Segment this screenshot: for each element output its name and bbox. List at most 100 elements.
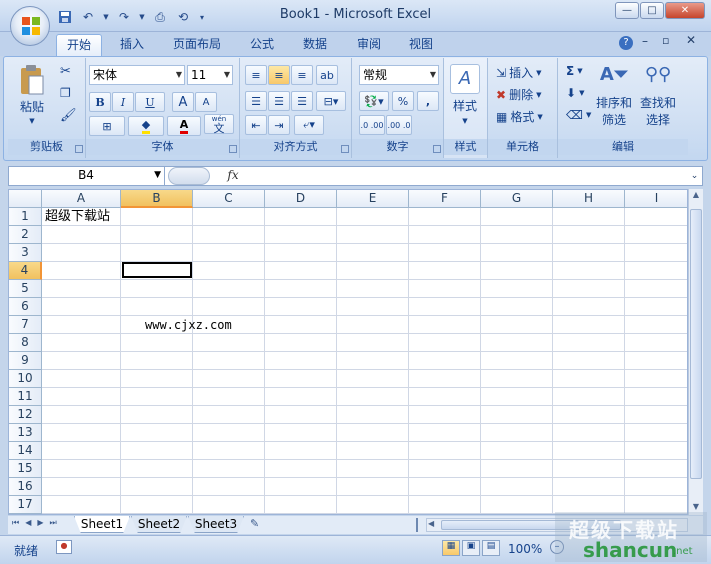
customize-qat-icon[interactable]: ▾ bbox=[197, 9, 207, 25]
macro-record-icon[interactable]: ● bbox=[56, 540, 72, 554]
row-header-11[interactable]: 11 bbox=[9, 388, 42, 406]
page-layout-view-icon[interactable]: ▣ bbox=[462, 540, 480, 556]
wrap-text-icon[interactable]: ⤶▾ bbox=[294, 115, 324, 135]
row-header-6[interactable]: 6 bbox=[9, 298, 42, 316]
font-name-select[interactable]: 宋体 ▼ bbox=[89, 65, 185, 85]
alignment-dialog-launcher-icon[interactable] bbox=[341, 145, 349, 153]
next-sheet-icon[interactable]: ▶ bbox=[37, 518, 43, 528]
border-button[interactable]: ⊞ bbox=[89, 116, 125, 136]
ribbon-restore-icon[interactable]: ▫ bbox=[662, 34, 669, 47]
comma-button[interactable]: , bbox=[417, 91, 439, 111]
insert-function-icon[interactable]: fx bbox=[222, 166, 244, 186]
percent-button[interactable]: % bbox=[392, 91, 414, 111]
prev-sheet-icon[interactable]: ◀ bbox=[25, 518, 31, 528]
insert-sheet-icon[interactable]: ✎ bbox=[250, 517, 259, 530]
tab-insert[interactable]: 插入 bbox=[112, 34, 152, 56]
help-icon[interactable]: ? bbox=[619, 36, 633, 50]
currency-icon[interactable]: 💱▾ bbox=[359, 91, 389, 111]
row-header-1[interactable]: 1 bbox=[9, 208, 42, 226]
workbook-close-icon[interactable]: ✕ bbox=[686, 33, 696, 47]
page-break-view-icon[interactable]: ▤ bbox=[482, 540, 500, 556]
clipboard-dialog-launcher-icon[interactable] bbox=[75, 145, 83, 153]
sheet-tab-3[interactable]: Sheet3 bbox=[188, 516, 244, 533]
delete-cells-button[interactable]: ✖ 删除 ▼ bbox=[496, 86, 541, 103]
cut-icon[interactable]: ✂ bbox=[60, 64, 71, 79]
first-sheet-icon[interactable]: ⏮ bbox=[12, 518, 19, 528]
format-cells-button[interactable]: ▦ 格式 ▼ bbox=[496, 108, 543, 125]
row-header-7[interactable]: 7 bbox=[9, 316, 42, 334]
vertical-scroll-thumb[interactable] bbox=[690, 209, 702, 479]
last-sheet-icon[interactable]: ⏭ bbox=[50, 518, 57, 528]
office-button[interactable] bbox=[10, 6, 50, 46]
tab-review[interactable]: 审阅 bbox=[348, 34, 390, 56]
align-right-icon[interactable]: ☰ bbox=[291, 91, 313, 111]
column-header-f[interactable]: F bbox=[409, 190, 481, 208]
column-header-h[interactable]: H bbox=[553, 190, 625, 208]
formula-bar-expand-toggle[interactable] bbox=[168, 167, 210, 185]
increase-indent-icon[interactable]: ⇥ bbox=[268, 115, 290, 135]
close-button[interactable]: ✕ bbox=[665, 2, 705, 19]
print-preview-icon[interactable]: ⎙ bbox=[151, 9, 169, 25]
shrink-font-button[interactable]: A bbox=[195, 92, 217, 112]
align-left-icon[interactable]: ☰ bbox=[245, 91, 267, 111]
align-bottom-icon[interactable]: ≡ bbox=[291, 65, 313, 85]
worksheet-grid[interactable]: ABCDEFGHI 1 2 3 4 5 6 7 8 9 10 11 12 13 14 15 16 17 超级下载… bbox=[8, 189, 688, 515]
maximize-button[interactable]: □ bbox=[640, 2, 664, 19]
minimize-button[interactable]: — bbox=[615, 2, 639, 19]
zoom-level[interactable]: 100% bbox=[508, 542, 542, 556]
row-header-5[interactable]: 5 bbox=[9, 280, 42, 298]
row-header-3[interactable]: 3 bbox=[9, 244, 42, 262]
active-cell-b4[interactable] bbox=[122, 262, 192, 278]
normal-view-icon[interactable]: ▦ bbox=[442, 540, 460, 556]
save-icon[interactable] bbox=[56, 9, 74, 25]
font-size-select[interactable]: 11 ▼ bbox=[187, 65, 233, 85]
row-header-17[interactable]: 17 bbox=[9, 496, 42, 514]
tab-split-handle[interactable] bbox=[416, 518, 424, 532]
row-header-15[interactable]: 15 bbox=[9, 460, 42, 478]
sort-filter-button[interactable]: A⏷ 排序和 筛选 bbox=[596, 64, 632, 128]
tab-formulas[interactable]: 公式 bbox=[242, 34, 282, 56]
font-color-button[interactable]: A bbox=[167, 116, 201, 136]
select-all-button[interactable] bbox=[9, 190, 42, 208]
undo-icon[interactable]: ↶ bbox=[79, 9, 97, 25]
grow-font-button[interactable]: A bbox=[172, 92, 194, 112]
column-header-c[interactable]: C bbox=[193, 190, 265, 208]
row-header-2[interactable]: 2 bbox=[9, 226, 42, 244]
bold-button[interactable]: B bbox=[89, 92, 111, 112]
column-header-i[interactable]: I bbox=[625, 190, 687, 208]
phonetic-button[interactable]: wén 文 bbox=[204, 114, 234, 134]
scroll-up-icon[interactable]: ▲ bbox=[690, 190, 702, 202]
row-header-4[interactable]: 4 bbox=[9, 262, 42, 280]
column-header-d[interactable]: D bbox=[265, 190, 337, 208]
sheet-tab-2[interactable]: Sheet2 bbox=[131, 516, 187, 533]
sheet-tab-1[interactable]: Sheet1 bbox=[74, 516, 130, 533]
name-box[interactable]: B4 ▼ bbox=[8, 166, 165, 186]
underline-button[interactable]: U bbox=[135, 92, 165, 112]
column-header-e[interactable]: E bbox=[337, 190, 409, 208]
row-header-16[interactable]: 16 bbox=[9, 478, 42, 496]
format-painter-icon[interactable]: 🖌 bbox=[60, 108, 77, 123]
orientation-icon[interactable]: ab bbox=[316, 65, 338, 85]
find-select-button[interactable]: ⚲⚲ 查找和 选择 bbox=[640, 64, 676, 128]
ribbon-minimize-icon[interactable]: – bbox=[642, 34, 648, 48]
align-center-icon[interactable]: ☰ bbox=[268, 91, 290, 111]
cell-b7[interactable]: www.cjxz.com bbox=[145, 316, 232, 334]
column-header-a[interactable]: A bbox=[42, 190, 121, 208]
refresh-icon[interactable]: ⟲ bbox=[174, 9, 192, 25]
row-header-9[interactable]: 9 bbox=[9, 352, 42, 370]
italic-button[interactable]: I bbox=[112, 92, 134, 112]
tab-view[interactable]: 视图 bbox=[400, 34, 442, 56]
align-middle-icon[interactable]: ≡ bbox=[268, 65, 290, 85]
number-format-select[interactable]: 常规 ▼ bbox=[359, 65, 439, 85]
redo-icon[interactable]: ↷ bbox=[115, 9, 133, 25]
row-header-10[interactable]: 10 bbox=[9, 370, 42, 388]
font-dialog-launcher-icon[interactable] bbox=[229, 145, 237, 153]
tab-data[interactable]: 数据 bbox=[294, 34, 336, 56]
copy-icon[interactable]: ❐ bbox=[60, 86, 71, 100]
vertical-scrollbar[interactable]: ▲ ▼ bbox=[688, 189, 703, 515]
scroll-left-icon[interactable]: ◀ bbox=[428, 519, 434, 528]
redo-dropdown-icon[interactable]: ▼ bbox=[138, 9, 146, 25]
insert-cells-button[interactable]: ⇲ 插入 ▼ bbox=[496, 64, 541, 81]
fill-button[interactable]: ⬇ ▼ bbox=[566, 86, 584, 100]
autosum-button[interactable]: Σ ▼ bbox=[566, 64, 583, 78]
